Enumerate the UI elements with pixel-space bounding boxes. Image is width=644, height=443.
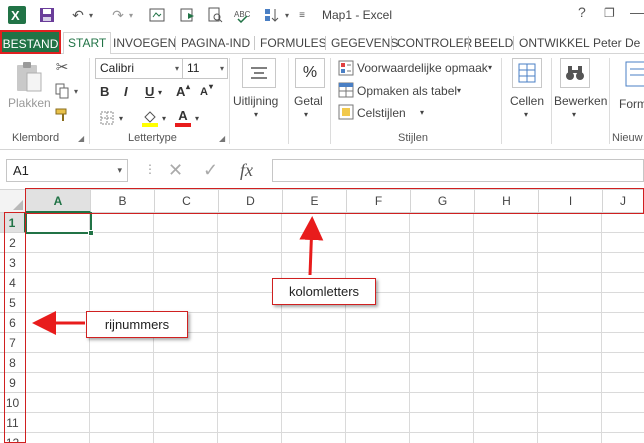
- column-letters-arrow: [299, 216, 324, 276]
- column-letters-callout: kolomletters: [272, 278, 376, 305]
- annotation-arrows: [32, 216, 324, 335]
- row-numbers-callout: rijnummers: [86, 311, 188, 338]
